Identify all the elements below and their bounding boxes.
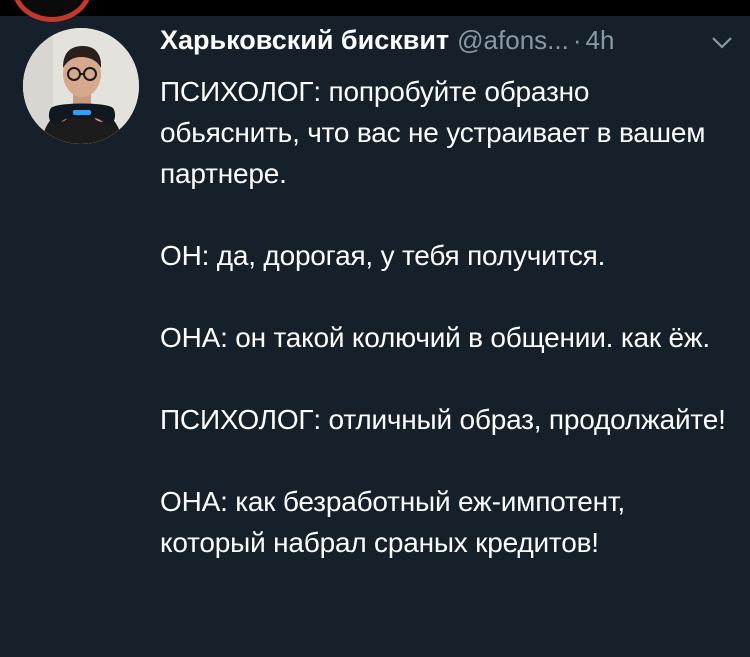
tweet-header: Харьковский бисквит @afons... · 4h — [160, 25, 735, 61]
timestamp[interactable]: 4h — [586, 25, 615, 55]
separator-dot: · — [572, 25, 582, 55]
chevron-down-icon[interactable] — [709, 31, 735, 53]
tweet-paragraph: ПСИХОЛОГ: отличный образ, продолжайте! — [160, 404, 726, 435]
previous-tweet-strip — [0, 0, 750, 22]
display-name[interactable]: Харьковский бисквит — [160, 25, 449, 55]
tweet-text: ПСИХОЛОГ: попробуйте образно обьяснить, … — [160, 71, 735, 563]
user-handle[interactable]: @afons... — [457, 25, 569, 55]
tweet-paragraph: ОНА: как безработный еж-импотент, которы… — [160, 486, 625, 558]
tweet-paragraph: ПСИХОЛОГ: попробуйте образно обьяснить, … — [160, 76, 706, 189]
tweet-paragraph: ОНА: он такой колючий в общении. как ёж. — [160, 322, 710, 353]
user-avatar[interactable] — [23, 28, 139, 144]
tweet-paragraph: ОН: да, дорогая, у тебя получится. — [160, 240, 606, 271]
tweet[interactable]: Харьковский бисквит @afons... · 4h ПСИХОЛОГ… — [0, 16, 750, 657]
avatar-image — [23, 28, 139, 144]
